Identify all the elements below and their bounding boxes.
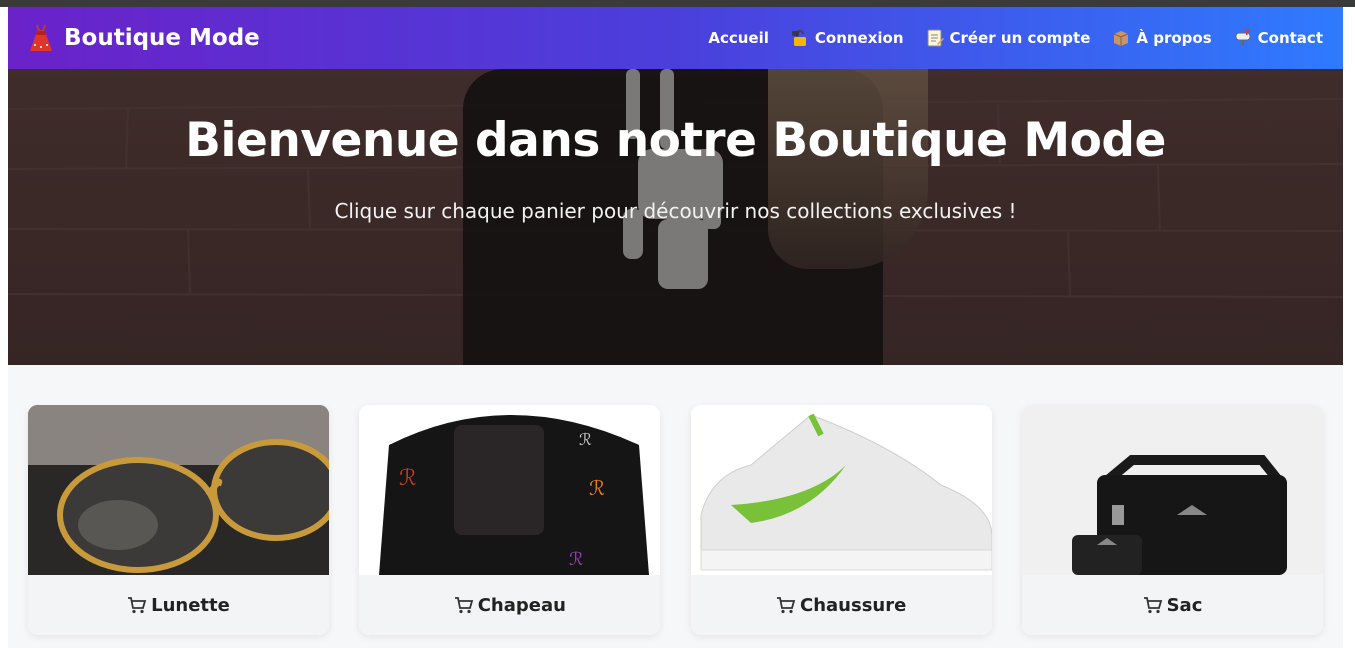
nav-contact[interactable]: Contact xyxy=(1234,29,1323,47)
product-label-chaussure[interactable]: Chaussure xyxy=(690,575,992,635)
product-image-lunette xyxy=(28,405,329,575)
nav-connexion[interactable]: Connexion xyxy=(791,29,904,47)
brand-name: Boutique Mode xyxy=(64,25,260,51)
brand[interactable]: Boutique Mode xyxy=(28,23,260,53)
product-grid: Lunette ℛ ℛ ℛ ℛ Chapeau Chaussure Sac xyxy=(28,405,1323,635)
browser-top-strip xyxy=(0,0,1355,7)
product-label-chapeau[interactable]: Chapeau xyxy=(359,575,661,635)
cart-icon xyxy=(128,597,147,614)
product-card-sac[interactable]: Sac xyxy=(1021,405,1323,635)
memo-icon xyxy=(927,29,944,47)
product-name: Chaussure xyxy=(800,594,907,616)
nav-creer-compte[interactable]: Créer un compte xyxy=(926,29,1091,47)
svg-text:ℛ: ℛ xyxy=(569,549,583,570)
svg-text:ℛ: ℛ xyxy=(589,476,605,500)
nav-connexion-label: Connexion xyxy=(814,29,904,47)
nav-accueil-label: Accueil xyxy=(708,29,769,47)
product-card-chapeau[interactable]: ℛ ℛ ℛ ℛ Chapeau xyxy=(359,405,661,635)
dress-icon xyxy=(30,24,52,51)
hero-banner: Bienvenue dans notre Boutique Mode Cliqu… xyxy=(8,69,1343,365)
scrollbar-gutter[interactable] xyxy=(1343,7,1355,648)
product-card-lunette[interactable]: Lunette xyxy=(28,405,329,635)
lock-icon xyxy=(791,30,806,46)
product-name: Lunette xyxy=(151,594,230,616)
nav-creer-compte-label: Créer un compte xyxy=(949,29,1091,47)
product-card-chaussure[interactable]: Chaussure xyxy=(690,405,992,635)
svg-text:ℛ: ℛ xyxy=(579,430,592,449)
mailbox-icon xyxy=(1235,30,1251,46)
cart-icon xyxy=(777,597,796,614)
product-image-chapeau: ℛ ℛ ℛ ℛ xyxy=(359,405,661,575)
svg-text:ℛ: ℛ xyxy=(399,466,417,491)
navbar: Boutique Mode Accueil Connexion Créer un… xyxy=(8,7,1343,69)
cart-icon xyxy=(454,597,473,614)
product-label-lunette[interactable]: Lunette xyxy=(28,575,329,635)
nav-a-propos[interactable]: À propos xyxy=(1112,29,1212,47)
product-name: Sac xyxy=(1166,594,1203,616)
package-icon xyxy=(1114,31,1129,46)
product-label-sac[interactable]: Sac xyxy=(1021,575,1323,635)
nav-links: Accueil Connexion Créer un compte À prop… xyxy=(686,29,1323,47)
product-image-chaussure xyxy=(690,405,992,575)
nav-accueil[interactable]: Accueil xyxy=(708,29,769,47)
nav-contact-label: Contact xyxy=(1257,29,1323,47)
cart-icon xyxy=(1143,597,1162,614)
page: Boutique Mode Accueil Connexion Créer un… xyxy=(8,7,1343,648)
nav-a-propos-label: À propos xyxy=(1136,29,1212,47)
hero-title: Bienvenue dans notre Boutique Mode xyxy=(185,113,1166,168)
hero-subtitle: Clique sur chaque panier pour découvrir … xyxy=(334,199,1017,223)
product-image-sac xyxy=(1021,405,1323,575)
product-name: Chapeau xyxy=(477,594,566,616)
